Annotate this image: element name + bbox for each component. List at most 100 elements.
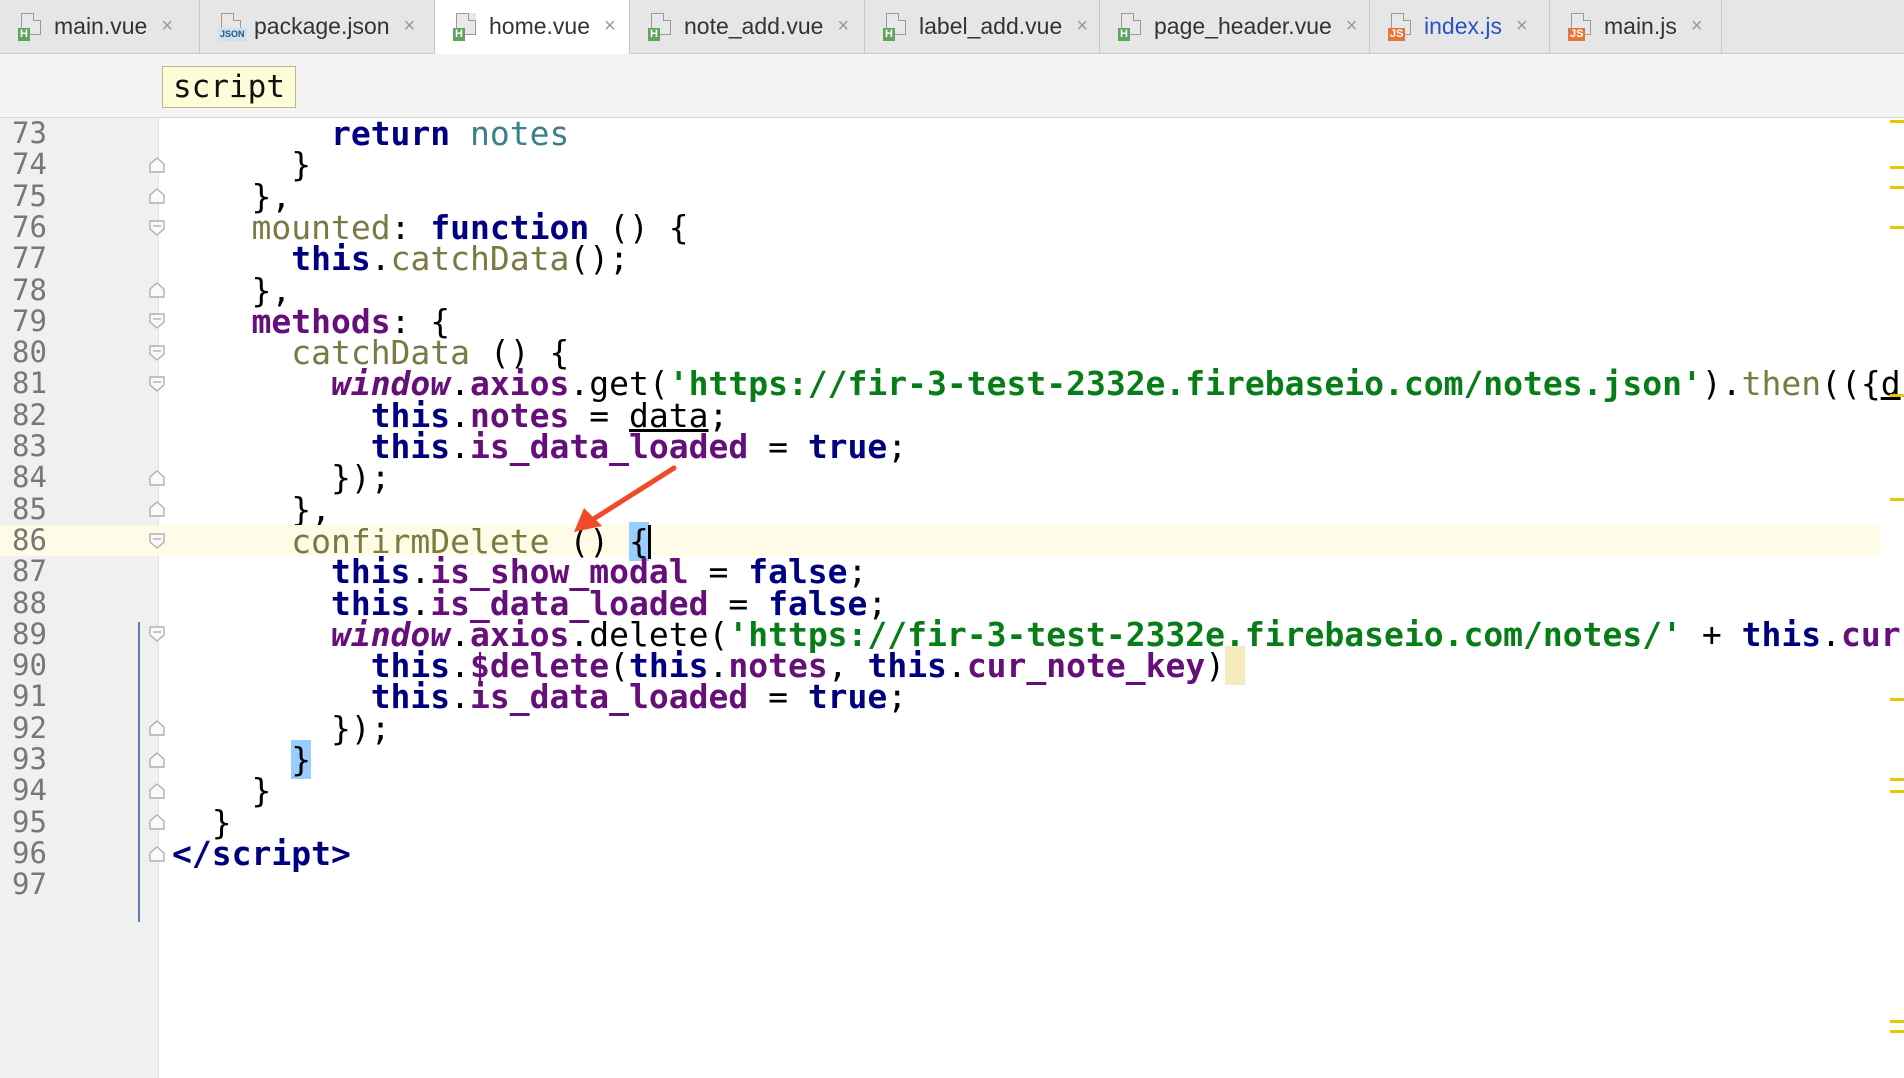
breadcrumb-bar: script xyxy=(0,54,1904,118)
fold-end-icon[interactable] xyxy=(148,469,166,487)
tab-main-vue[interactable]: Hmain.vue × xyxy=(0,0,200,53)
line-number: 96 xyxy=(12,835,47,870)
fold-end-icon[interactable] xyxy=(148,845,166,863)
vue-file-icon: H xyxy=(648,12,674,41)
tab-home-vue[interactable]: Hhome.vue × xyxy=(435,0,630,54)
close-tab-icon[interactable]: × xyxy=(1076,15,1088,38)
vue-file-icon: H xyxy=(1118,12,1144,41)
line-number: 85 xyxy=(12,491,47,526)
code-line[interactable]: 85 }, xyxy=(0,491,1880,526)
tab-page-header-vue[interactable]: Hpage_header.vue × xyxy=(1100,0,1370,53)
vue-file-icon: H xyxy=(453,12,479,41)
line-number-cell: 97 xyxy=(0,867,158,902)
tab-package-json[interactable]: JSON package.json × xyxy=(200,0,435,53)
fold-end-icon[interactable] xyxy=(148,751,166,769)
line-number: 82 xyxy=(12,397,47,432)
line-number: 95 xyxy=(12,804,47,839)
tab-label: home.vue xyxy=(489,13,591,39)
code-line[interactable]: 93 } xyxy=(0,740,1880,779)
warning-marker[interactable] xyxy=(1890,166,1904,169)
fold-end-icon[interactable] xyxy=(148,719,166,737)
tab-label: index.js xyxy=(1424,13,1502,39)
warning-marker[interactable] xyxy=(1890,698,1904,701)
code-text[interactable]: }); xyxy=(172,461,391,494)
fold-collapse-icon[interactable] xyxy=(148,312,166,330)
fold-collapse-icon[interactable] xyxy=(148,625,166,643)
close-tab-icon[interactable]: × xyxy=(604,15,616,38)
warning-marker[interactable] xyxy=(1890,1030,1904,1033)
line-number-cell: 77 xyxy=(0,241,158,276)
close-tab-icon[interactable]: × xyxy=(161,15,173,38)
line-number: 89 xyxy=(12,616,47,651)
line-number-cell: 87 xyxy=(0,554,158,589)
fold-end-icon[interactable] xyxy=(148,782,166,800)
vue-file-icon: H xyxy=(18,12,44,41)
tab-note-add-vue[interactable]: Hnote_add.vue × xyxy=(630,0,865,53)
tab-label-add-vue[interactable]: Hlabel_add.vue × xyxy=(865,0,1100,53)
tab-label: page_header.vue xyxy=(1154,13,1332,39)
close-tab-icon[interactable]: × xyxy=(1516,15,1528,38)
line-number-cell: 73 xyxy=(0,118,158,149)
code-line[interactable]: 77 this.catchData(); xyxy=(0,241,1880,276)
vcs-change-marker[interactable] xyxy=(138,622,140,922)
line-number-cell: 83 xyxy=(0,430,158,462)
line-number-cell: 76 xyxy=(0,209,158,244)
tab-label: note_add.vue xyxy=(684,13,824,39)
code-line[interactable]: 87 this.is_show_modal = false; xyxy=(0,554,1880,589)
code-text[interactable]: }, xyxy=(172,492,331,525)
close-tab-icon[interactable]: × xyxy=(404,15,416,38)
warning-marker[interactable] xyxy=(1890,498,1904,501)
code-line[interactable]: 91 this.is_data_loaded = true; xyxy=(0,680,1880,713)
line-number: 77 xyxy=(12,241,47,276)
fold-collapse-icon[interactable] xyxy=(148,344,166,362)
line-number-cell: 84 xyxy=(0,461,158,493)
line-number: 87 xyxy=(12,554,47,589)
fold-end-icon[interactable] xyxy=(148,500,166,518)
fold-collapse-icon[interactable] xyxy=(148,375,166,393)
code-text[interactable]: this.catchData(); xyxy=(172,242,629,275)
fold-end-icon[interactable] xyxy=(148,813,166,831)
warning-marker[interactable] xyxy=(1890,186,1904,189)
line-number-cell: 89 xyxy=(0,616,158,651)
line-number: 76 xyxy=(12,209,47,244)
code-editor[interactable]: 73 return notes 74 } 75 }, 76 mounted: func… xyxy=(0,118,1904,1078)
tab-index-js[interactable]: JS index.js × xyxy=(1370,0,1550,53)
code-line[interactable]: 74 } xyxy=(0,148,1880,181)
code-text[interactable]: </script> xyxy=(172,837,351,870)
fold-end-icon[interactable] xyxy=(148,281,166,299)
line-number-cell: 94 xyxy=(0,774,158,806)
line-number: 75 xyxy=(12,178,47,213)
line-number-cell: 82 xyxy=(0,397,158,432)
close-tab-icon[interactable]: × xyxy=(1691,15,1703,38)
fold-end-icon[interactable] xyxy=(148,187,166,205)
warning-marker[interactable] xyxy=(1890,1020,1904,1023)
code-text[interactable]: } xyxy=(172,148,311,181)
code-line[interactable]: 84 }); xyxy=(0,461,1880,494)
line-number: 93 xyxy=(12,742,47,776)
code-line[interactable]: 97 xyxy=(0,867,1880,902)
line-number: 97 xyxy=(12,867,47,902)
warning-marker[interactable] xyxy=(1890,778,1904,781)
warning-marker[interactable] xyxy=(1890,394,1904,397)
code-line[interactable]: 81 window.axios.get('https://fir-3-test-… xyxy=(0,367,1901,400)
warning-marker[interactable] xyxy=(1890,790,1904,793)
code-line[interactable]: 96 </script> xyxy=(0,835,1880,870)
line-number-cell: 95 xyxy=(0,804,158,839)
close-tab-icon[interactable]: × xyxy=(837,15,849,38)
code-text[interactable]: this.is_data_loaded = true; xyxy=(172,680,907,713)
warning-marker[interactable] xyxy=(1890,226,1904,229)
fold-collapse-icon[interactable] xyxy=(148,219,166,237)
fold-collapse-icon[interactable] xyxy=(148,532,166,550)
warning-marker[interactable] xyxy=(1890,120,1904,123)
close-tab-icon[interactable]: × xyxy=(1346,15,1358,38)
line-number-cell: 92 xyxy=(0,712,158,744)
tab-main-js[interactable]: JS main.js × xyxy=(1550,0,1722,53)
code-line[interactable]: 94 } xyxy=(0,774,1880,807)
fold-end-icon[interactable] xyxy=(148,156,166,174)
line-number-cell: 74 xyxy=(0,148,158,180)
code-text[interactable]: } xyxy=(172,774,271,807)
breadcrumb-script[interactable]: script xyxy=(162,66,296,108)
json-file-icon: JSON xyxy=(218,12,247,41)
js-file-icon: JS xyxy=(1568,12,1594,41)
line-number-cell: 91 xyxy=(0,681,158,713)
